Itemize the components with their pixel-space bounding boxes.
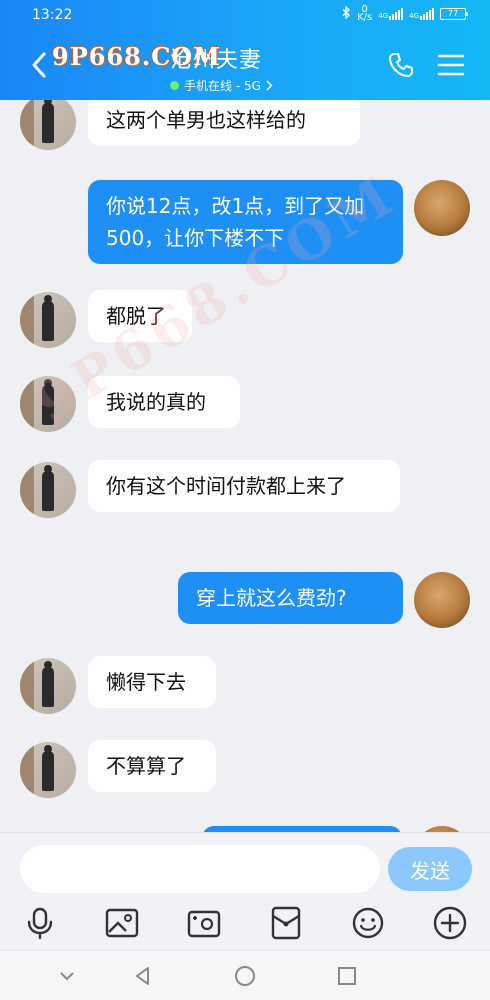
menu-button[interactable] bbox=[437, 54, 465, 76]
message-input[interactable] bbox=[20, 845, 380, 893]
signal-2: 4G bbox=[409, 8, 434, 20]
signal-bars-2-icon bbox=[420, 8, 434, 20]
menu-icon bbox=[437, 54, 465, 76]
status-bar: 13:22 0 K/s 4G 4G 77 bbox=[0, 0, 490, 30]
square-recents-icon bbox=[338, 967, 356, 985]
message-bubble-incoming[interactable]: 懒得下去 bbox=[88, 656, 216, 708]
my-avatar[interactable] bbox=[414, 180, 470, 236]
red-packet-icon[interactable] bbox=[268, 905, 304, 941]
message-bubble-incoming[interactable]: 这两个单男也这样给的 bbox=[88, 100, 360, 146]
signal-1: 4G bbox=[378, 8, 404, 20]
chevron-down-icon bbox=[60, 972, 74, 981]
chevron-left-icon bbox=[32, 52, 46, 78]
chat-status-text: 手机在线 - 5G bbox=[184, 79, 261, 93]
circle-home-icon bbox=[235, 966, 255, 986]
contact-avatar[interactable] bbox=[20, 742, 76, 798]
battery-icon: 77 bbox=[440, 8, 468, 20]
contact-avatar[interactable] bbox=[20, 462, 76, 518]
hide-keyboard-button[interactable] bbox=[56, 965, 78, 987]
online-dot-icon bbox=[170, 81, 179, 90]
message-bubble-incoming[interactable]: 都脱了 bbox=[88, 290, 192, 342]
microphone-icon[interactable] bbox=[22, 905, 58, 941]
message-bubble-outgoing[interactable]: 你说12点，改1点，到了又加500，让你下楼不下 bbox=[88, 180, 403, 264]
chat-header: 13:22 0 K/s 4G 4G 77 9P668.COM 沧州夫妻 手机在线… bbox=[0, 0, 490, 100]
triangle-back-icon bbox=[136, 967, 149, 985]
chevron-right-icon bbox=[266, 80, 273, 91]
nav-home-button[interactable] bbox=[234, 965, 256, 987]
signal-bars-1-icon bbox=[389, 8, 404, 20]
net-speed-unit: K/s bbox=[357, 12, 373, 23]
message-bubble-outgoing[interactable]: 穿上就这么费劲? bbox=[178, 572, 403, 624]
system-nav-bar bbox=[0, 950, 490, 1000]
call-button[interactable] bbox=[388, 52, 414, 78]
composer: 发送 bbox=[0, 832, 490, 950]
network-type-1: 4G bbox=[378, 12, 389, 20]
emoji-icon[interactable] bbox=[350, 905, 386, 941]
title-block[interactable]: 沧州夫妻 手机在线 - 5G bbox=[170, 42, 273, 94]
plus-icon[interactable] bbox=[432, 905, 468, 941]
status-time: 13:22 bbox=[32, 7, 73, 23]
nav-back-button[interactable] bbox=[132, 965, 154, 987]
image-icon[interactable] bbox=[104, 905, 140, 941]
bluetooth-icon bbox=[342, 5, 351, 22]
contact-avatar[interactable] bbox=[20, 658, 76, 714]
network-type-2: 4G bbox=[409, 12, 419, 20]
message-bubble-incoming[interactable]: 不算算了 bbox=[88, 740, 216, 792]
message-list[interactable]: 这两个单男也这样给的 你说12点，改1点，到了又加500，让你下楼不下 都脱了 … bbox=[0, 100, 490, 832]
chat-title: 沧州夫妻 bbox=[170, 48, 263, 73]
camera-icon[interactable] bbox=[186, 905, 222, 941]
contact-avatar[interactable] bbox=[20, 100, 76, 150]
contact-avatar[interactable] bbox=[20, 376, 76, 432]
message-bubble-incoming[interactable]: 我说的真的 bbox=[88, 376, 240, 428]
status-icons: 0 K/s 4G 4G 77 bbox=[342, 5, 468, 23]
nav-recents-button[interactable] bbox=[336, 965, 358, 987]
my-avatar[interactable] bbox=[414, 572, 470, 628]
back-button[interactable] bbox=[28, 50, 50, 80]
net-speed: 0 K/s bbox=[357, 5, 373, 23]
contact-avatar[interactable] bbox=[20, 292, 76, 348]
phone-icon bbox=[389, 53, 413, 77]
chat-status: 手机在线 - 5G bbox=[170, 77, 273, 94]
send-button[interactable]: 发送 bbox=[388, 847, 472, 891]
composer-toolbar bbox=[0, 901, 490, 945]
message-bubble-incoming[interactable]: 你有这个时间付款都上来了 bbox=[88, 460, 400, 512]
